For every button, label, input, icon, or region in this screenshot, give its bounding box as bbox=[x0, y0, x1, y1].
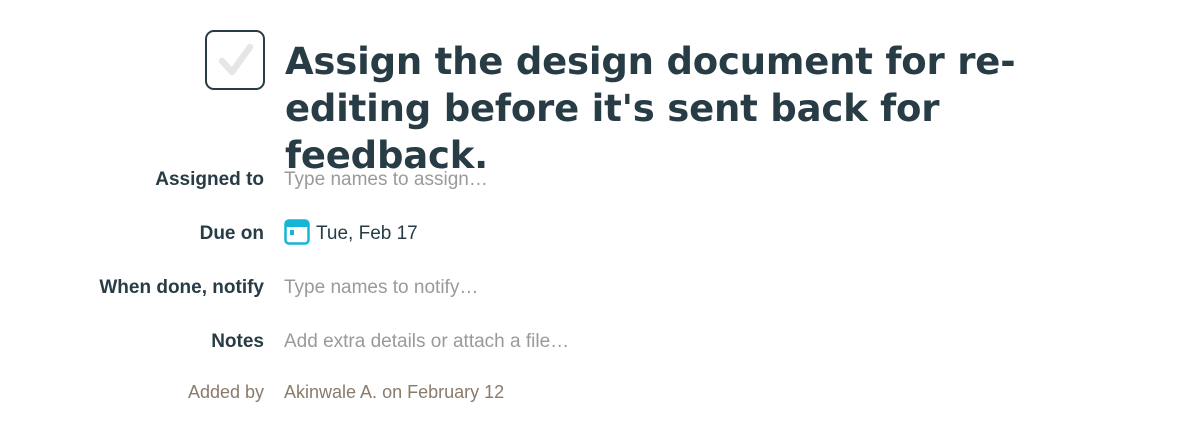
notify-label: When done, notify bbox=[99, 277, 264, 298]
due-on-value: Tue, Feb 17 bbox=[284, 219, 418, 247]
assigned-to-row: Assigned to bbox=[0, 160, 1204, 200]
calendar-icon bbox=[284, 219, 310, 245]
due-date-text: Tue, Feb 17 bbox=[316, 223, 418, 244]
checkmark-icon bbox=[218, 43, 254, 76]
notes-value bbox=[284, 331, 884, 353]
task-complete-checkbox[interactable] bbox=[205, 30, 265, 90]
added-by-date: February 12 bbox=[407, 381, 505, 402]
due-on-label: Due on bbox=[199, 223, 264, 244]
added-by-row: Added by Akinwale A. on February 12 bbox=[0, 372, 1204, 412]
notes-label: Notes bbox=[211, 331, 264, 352]
due-on-row: Due on Tue, Feb 17 bbox=[0, 214, 1204, 254]
task-title[interactable]: Assign the design document for re-editin… bbox=[285, 38, 1145, 179]
added-by-author[interactable]: Akinwale A. bbox=[284, 382, 377, 403]
assigned-to-value bbox=[284, 169, 884, 191]
assigned-to-input[interactable] bbox=[284, 169, 884, 191]
notes-row: Notes bbox=[0, 322, 1204, 362]
added-by-connector: on bbox=[382, 381, 403, 402]
assigned-to-label: Assigned to bbox=[155, 169, 264, 190]
notify-value bbox=[284, 277, 884, 299]
notes-input[interactable] bbox=[284, 331, 884, 353]
added-by-value: Akinwale A. on February 12 bbox=[284, 382, 504, 403]
notify-row: When done, notify bbox=[0, 268, 1204, 308]
added-by-label: Added by bbox=[187, 381, 264, 402]
due-date-picker[interactable]: Tue, Feb 17 bbox=[284, 219, 418, 247]
notify-input[interactable] bbox=[284, 277, 884, 299]
